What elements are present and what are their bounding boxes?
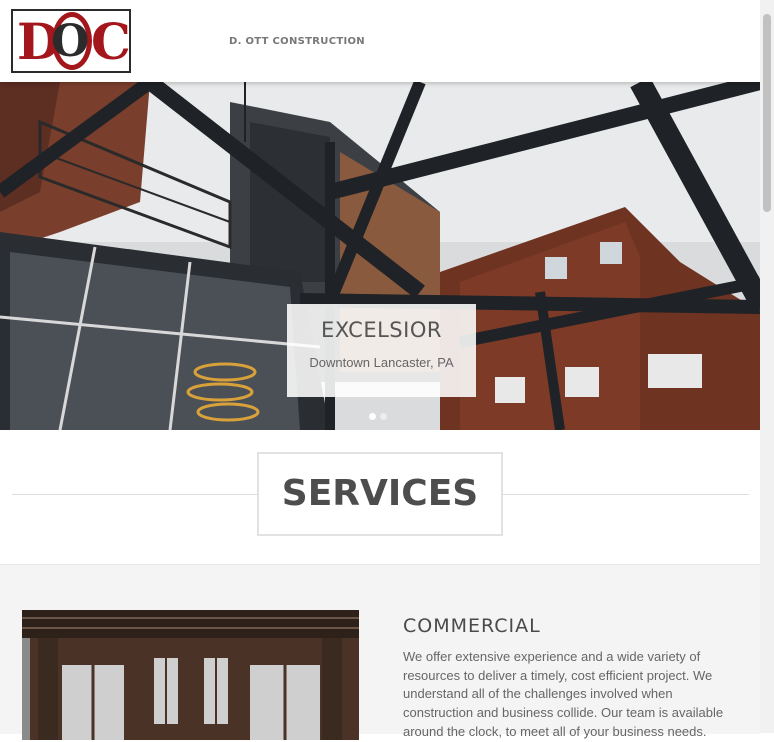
services-heading: SERVICES bbox=[281, 473, 479, 514]
commercial-section: COMMERCIAL We offer extensive experience… bbox=[0, 564, 760, 740]
services-heading-box: SERVICES bbox=[257, 452, 503, 536]
page-scrollbar[interactable] bbox=[760, 0, 774, 733]
slider-dots bbox=[369, 407, 391, 425]
hero-caption: EXCELSIOR Downtown Lancaster, PA bbox=[287, 304, 476, 397]
logo-letter-c: C bbox=[91, 12, 131, 71]
hero-title: EXCELSIOR bbox=[321, 318, 442, 342]
hero-slider[interactable]: EXCELSIOR Downtown Lancaster, PA bbox=[0, 82, 760, 430]
slider-dot-1[interactable] bbox=[369, 413, 376, 420]
doc-logo[interactable]: D O C bbox=[11, 9, 131, 73]
scrollbar-thumb[interactable] bbox=[763, 14, 771, 212]
hero-subtitle: Downtown Lancaster, PA bbox=[309, 355, 454, 370]
commercial-description: We offer extensive experience and a wide… bbox=[403, 649, 724, 739]
commercial-title: COMMERCIAL bbox=[403, 615, 541, 637]
site-header: D O C D. OTT CONSTRUCTION bbox=[0, 0, 760, 82]
commercial-photo bbox=[22, 610, 359, 740]
logo-letter-o: O bbox=[51, 16, 90, 67]
brand-name-link[interactable]: D. OTT CONSTRUCTION bbox=[229, 36, 365, 47]
slider-dot-2[interactable] bbox=[380, 413, 387, 420]
